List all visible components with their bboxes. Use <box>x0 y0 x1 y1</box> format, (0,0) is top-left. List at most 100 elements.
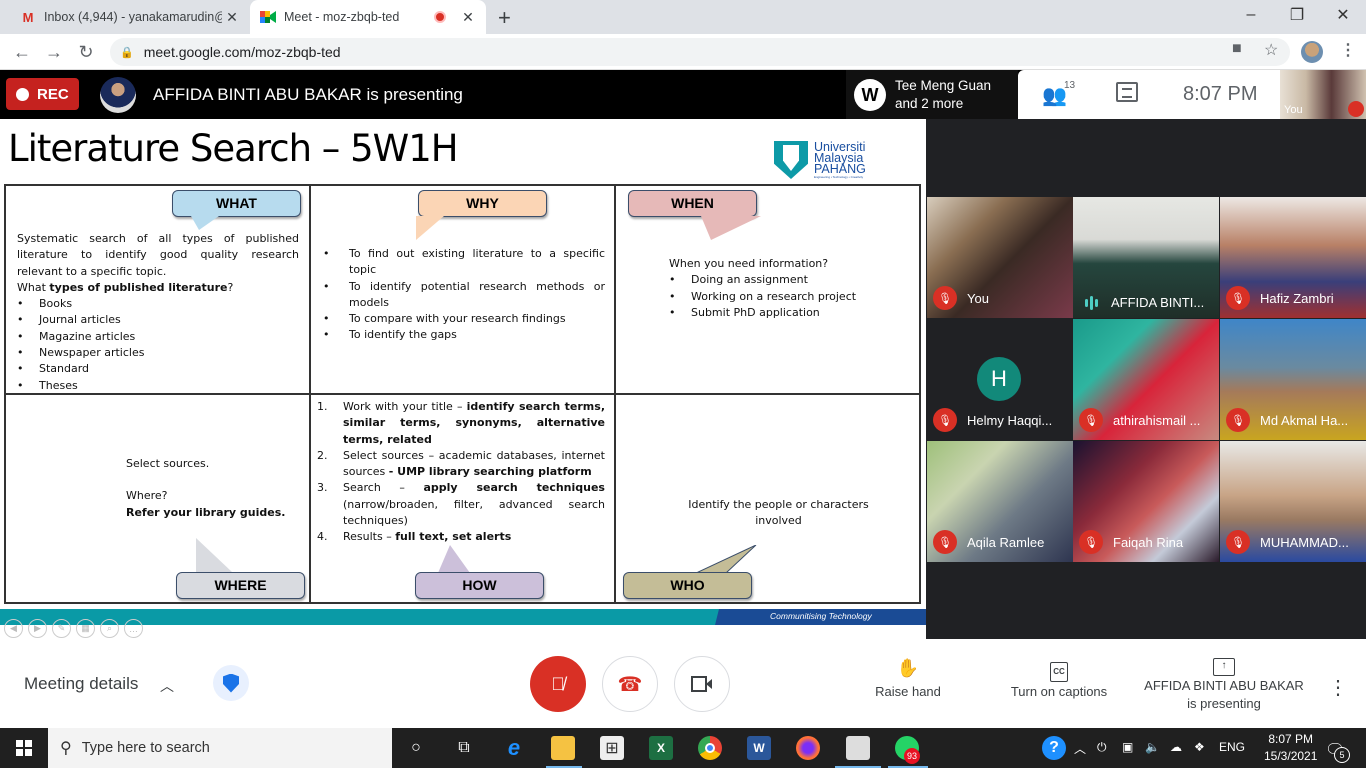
participant-name: Md Akmal Ha... <box>1260 412 1349 428</box>
close-tab-icon[interactable]: ✕ <box>222 9 242 26</box>
microphone-toggle-button[interactable]: 🎙̸ <box>530 656 586 712</box>
where-line1: Select sources. <box>126 457 210 470</box>
file-explorer-icon[interactable] <box>551 736 575 760</box>
browser-toolbar: ← → ↻ 🔒 meet.google.com/moz-zbqb-ted ■ ☆… <box>0 34 1366 70</box>
participant-tile[interactable]: 🎙 Hafiz Zambri <box>1220 197 1366 318</box>
next-slide-icon[interactable]: ▶ <box>28 619 47 638</box>
what-intro: Systematic search of all types of publis… <box>17 232 299 278</box>
slides-grid-icon[interactable]: ▦ <box>76 619 95 638</box>
camera-in-use-icon[interactable]: ■ <box>1232 40 1242 58</box>
owner-more: and 2 more <box>895 95 964 111</box>
participant-name: AFFIDA BINTI... <box>1111 295 1205 310</box>
what-cell: WHAT Systematic search of all types of p… <box>5 185 310 394</box>
chevron-up-icon[interactable]: ︿ <box>160 676 174 696</box>
participant-tile[interactable]: H 🎙 Helmy Haqqi... <box>927 319 1073 440</box>
shield-lock-icon <box>223 673 239 693</box>
minimize-button[interactable]: – <box>1228 0 1274 30</box>
owner-logo-icon: W <box>854 78 886 111</box>
bookmark-star-icon[interactable]: ☆ <box>1264 40 1278 60</box>
when-cell: WHEN When you need information? Doing an… <box>615 185 920 394</box>
what-bubble-tail <box>191 216 219 230</box>
cortana-icon[interactable]: ○ <box>404 736 428 760</box>
more-options-icon[interactable]: ⋮ <box>1328 675 1348 700</box>
network-icon[interactable]: ▣ <box>1122 740 1133 754</box>
leave-call-button[interactable]: ☎ <box>602 656 658 712</box>
mic-off-icon: 🎙 <box>1226 286 1250 310</box>
participant-tile[interactable]: 🎙 athirahismail ... <box>1073 319 1219 440</box>
reload-button[interactable]: ↻ <box>74 40 98 64</box>
participant-tile[interactable]: AFFIDA BINTI... <box>1073 197 1219 318</box>
participant-tile[interactable]: 🎙 Aqila Ramlee <box>927 441 1073 562</box>
task-view-icon[interactable]: ⧉ <box>452 736 476 760</box>
system-clock[interactable]: 8:07 PM 15/3/2021 <box>1264 731 1317 765</box>
dropbox-icon[interactable]: ❖ <box>1194 740 1205 754</box>
forward-button[interactable]: → <box>42 40 66 64</box>
word-icon[interactable]: W <box>747 736 771 760</box>
clock-date: 15/3/2021 <box>1264 749 1318 763</box>
close-tab-icon[interactable]: ✕ <box>458 9 478 26</box>
edge-icon[interactable]: e <box>502 735 526 760</box>
tab-meet[interactable]: Meet - moz-zbqb-ted ✕ <box>250 0 486 34</box>
participant-tile[interactable]: 🎙 Md Akmal Ha... <box>1220 319 1366 440</box>
pen-icon[interactable]: ✎ <box>52 619 71 638</box>
camera-icon <box>691 676 712 692</box>
participant-tile[interactable]: 🎙 Faiqah Rina <box>1073 441 1219 562</box>
search-icon: ⚲ <box>60 740 72 757</box>
lock-icon: 🔒 <box>120 46 134 59</box>
windows-start-icon[interactable] <box>16 740 32 756</box>
tab-gmail-inbox[interactable]: M Inbox (4,944) - yanakamarudin@ ✕ <box>10 0 250 34</box>
participant-label: 🎙 Aqila Ramlee <box>933 530 1044 554</box>
camera-toggle-button[interactable] <box>674 656 730 712</box>
browser-menu-icon[interactable]: ⋮ <box>1340 40 1356 60</box>
where-cell: Select sources. Where? Refer your librar… <box>5 394 310 603</box>
show-hidden-icons[interactable]: ︿ <box>1074 740 1086 757</box>
who-cell: Identify the people or characters involv… <box>615 394 920 603</box>
presenting-label-line2: is presenting <box>1187 696 1261 711</box>
microsoft-store-icon[interactable]: ⊞ <box>600 736 624 760</box>
list-item: To identify potential research methods o… <box>323 279 605 312</box>
taskbar-search-box[interactable]: ⚲ Type here to search <box>48 728 392 768</box>
tab-title: Inbox (4,944) - yanakamarudin@ <box>44 10 222 24</box>
profile-avatar[interactable] <box>1301 41 1323 63</box>
list-item: To identify the gaps <box>323 327 605 344</box>
language-indicator[interactable]: ENG <box>1219 740 1245 754</box>
participant-tile[interactable]: 🎙 MUHAMMAD... <box>1220 441 1366 562</box>
captions-button[interactable]: CC Turn on captions <box>1000 659 1118 701</box>
close-window-button[interactable]: ✕ <box>1320 0 1366 30</box>
participant-tile[interactable]: 🎙 You <box>927 197 1073 318</box>
recording-badge[interactable]: REC <box>6 78 79 110</box>
restore-button[interactable]: ❐ <box>1274 0 1320 30</box>
list-item: 3. Search – apply search techniques (narr… <box>317 481 605 528</box>
chrome-icon[interactable] <box>698 736 722 760</box>
what-bubble: WHAT <box>172 190 301 217</box>
raise-hand-button[interactable]: ✋ Raise hand <box>866 659 950 701</box>
previous-slide-icon[interactable]: ◀ <box>4 619 23 638</box>
address-bar[interactable]: 🔒 meet.google.com/moz-zbqb-ted <box>110 38 1290 66</box>
host-controls-button[interactable] <box>213 665 249 701</box>
volume-icon[interactable]: 🔈 <box>1145 740 1160 754</box>
self-view-thumbnail[interactable]: You <box>1280 70 1366 119</box>
document-app-icon[interactable] <box>846 736 870 760</box>
raise-hand-label: Raise hand <box>875 684 941 699</box>
meeting-details-button[interactable]: Meeting details <box>24 674 138 694</box>
back-button[interactable]: ← <box>10 40 34 64</box>
how-cell: 1. Work with your title – identify search… <box>310 394 615 603</box>
new-tab-button[interactable]: + <box>498 5 511 31</box>
hand-icon: ✋ <box>896 658 920 678</box>
more-options-icon[interactable]: … <box>124 619 143 638</box>
participant-avatar: H <box>977 357 1021 401</box>
presenting-label-line1: AFFIDA BINTI ABU BAKAR <box>1144 678 1304 693</box>
power-icon[interactable]: ⏻ <box>1097 740 1107 755</box>
participant-name: Faiqah Rina <box>1113 534 1184 550</box>
chat-icon[interactable] <box>1116 82 1138 102</box>
onedrive-icon[interactable]: ☁ <box>1170 740 1182 754</box>
excel-icon[interactable]: X <box>649 736 673 760</box>
help-icon[interactable]: ? <box>1042 736 1066 760</box>
participant-name: athirahismail ... <box>1113 412 1201 428</box>
who-bubble: WHO <box>623 572 752 599</box>
zoom-icon[interactable]: ⌕ <box>100 619 119 638</box>
participant-name: Helmy Haqqi... <box>967 412 1053 428</box>
slide-footer-text: Communitising Technology <box>770 611 872 621</box>
presentation-button[interactable]: ↑ AFFIDA BINTI ABU BAKAR is presenting <box>1140 653 1308 713</box>
firefox-icon[interactable] <box>796 736 820 760</box>
